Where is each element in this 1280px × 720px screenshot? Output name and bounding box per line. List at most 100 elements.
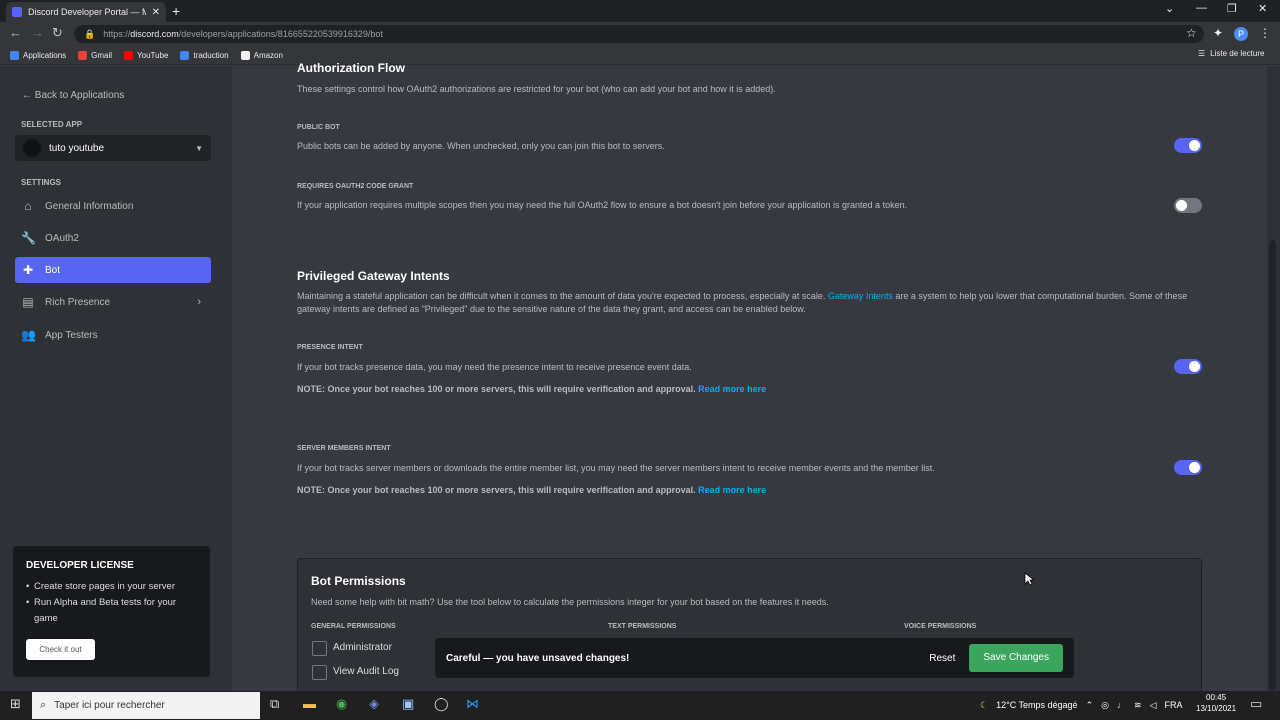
developer-license-title: DEVELOPER LICENSE [26, 560, 134, 571]
volume-icon[interactable]: ◁ [1150, 700, 1157, 711]
view-audit-log-checkbox[interactable] [312, 665, 327, 680]
taskbar-search-box[interactable]: ⌕ Taper ici pour rechercher [32, 692, 260, 719]
server-members-intent-label: SERVER MEMBERS INTENT [297, 445, 391, 452]
oauth2-code-grant-toggle[interactable] [1174, 198, 1202, 213]
mouse-cursor-icon [1024, 572, 1034, 586]
public-bot-description: Public bots can be added by anyone. When… [297, 141, 665, 151]
app-name: tuto youtube [49, 142, 105, 154]
authorization-flow-title: Authorization Flow [297, 61, 405, 75]
administrator-checkbox[interactable] [312, 641, 327, 656]
server-members-intent-toggle[interactable] [1174, 460, 1202, 475]
sidebar-item-oauth2[interactable]: 🔧 OAuth2 [15, 225, 211, 251]
discord-icon[interactable]: ◈ [369, 696, 379, 712]
read-more-link[interactable]: Read more here [698, 384, 766, 394]
gmail-icon [78, 50, 88, 60]
bookmark-traduction[interactable]: traduction [180, 50, 229, 60]
taskbar-search-placeholder: Taper ici pour rechercher [54, 700, 165, 711]
window-close-icon[interactable]: ✕ [1258, 2, 1267, 15]
reload-icon[interactable]: ↻ [52, 25, 63, 41]
gateway-intents-link[interactable]: Gateway Intents [828, 291, 893, 301]
presence-intent-description: If your bot tracks presence data, you ma… [297, 362, 692, 372]
server-members-intent-note: NOTE: Once your bot reaches 100 or more … [297, 485, 767, 495]
notifications-icon[interactable]: ▭ [1250, 696, 1262, 712]
sidebar-item-bot[interactable]: ✚ Bot [15, 257, 211, 283]
moon-weather-icon: ☾ [980, 699, 989, 710]
chrome-icon[interactable]: ◉ [336, 696, 347, 712]
extensions-icon[interactable]: ✦ [1213, 26, 1223, 40]
license-bullet: Run Alpha and Beta tests for your game [26, 595, 197, 627]
save-changes-button[interactable]: Save Changes [969, 644, 1063, 672]
browser-tab-bar [0, 0, 1280, 22]
amazon-icon [240, 50, 250, 60]
scrollbar-thumb[interactable] [1269, 240, 1276, 690]
task-view-icon[interactable]: ⧉ [270, 696, 279, 712]
oauth2-code-grant-description: If your application requires multiple sc… [297, 200, 908, 210]
maximize-icon[interactable]: ❐ [1227, 2, 1237, 15]
wrench-icon: 🔧 [21, 231, 36, 245]
bookmark-applications[interactable]: Applications [10, 50, 66, 60]
document-icon: ▤ [22, 295, 34, 309]
read-more-link[interactable]: Read more here [698, 485, 766, 495]
windows-start-icon[interactable]: ⊞ [10, 696, 21, 712]
profile-avatar[interactable]: P [1234, 27, 1248, 41]
oauth2-code-grant-label: REQUIRES OAUTH2 CODE GRANT [297, 183, 414, 190]
tray-chevron-up-icon[interactable]: ⌃ [1086, 700, 1094, 711]
bookmark-youtube[interactable]: YouTube [124, 50, 168, 60]
microphone-icon[interactable]: ♩ [1117, 700, 1126, 710]
new-tab-icon[interactable]: + [172, 3, 180, 19]
tab-close-icon[interactable]: ✕ [152, 7, 160, 18]
minimize-icon[interactable]: — [1196, 2, 1207, 14]
address-bar[interactable]: 🔒 https://discord.com/developers/applica… [74, 25, 1204, 43]
puzzle-icon: ✚ [22, 263, 34, 277]
bot-permissions-description: Need some help with bit math? Use the to… [311, 597, 829, 607]
bookmarks-bar: Applications Gmail YouTube traduction Am… [0, 46, 1280, 65]
server-members-intent-description: If your bot tracks server members or dow… [297, 463, 935, 473]
date-text: 13/10/2021 [1196, 704, 1237, 713]
bookmark-gmail[interactable]: Gmail [78, 50, 112, 60]
bookmark-star-icon[interactable]: ☆ [1186, 26, 1197, 40]
check-it-out-button[interactable]: Check it out [26, 639, 95, 660]
sidebar-item-rich-presence[interactable]: ▤ Rich Presence › [15, 289, 211, 315]
github-icon[interactable]: ◯ [434, 696, 449, 712]
home-icon: ⌂ [24, 199, 32, 213]
view-audit-log-label: View Audit Log [333, 666, 399, 677]
back-arrow-icon[interactable]: ← [9, 25, 22, 40]
back-to-applications-link[interactable]: ← Back to Applications [22, 90, 124, 101]
voice-permissions-heading: VOICE PERMISSIONS [904, 623, 977, 630]
sidebar-item-app-testers[interactable]: 👥 App Testers [15, 322, 211, 348]
weather-text[interactable]: 12°C Temps dégagé [996, 700, 1078, 710]
forward-arrow-icon[interactable]: → [31, 25, 44, 40]
bookmark-amazon[interactable]: Amazon [240, 50, 283, 60]
url-text: https://discord.com/developers/applicati… [103, 29, 383, 39]
text-permissions-heading: TEXT PERMISSIONS [608, 623, 677, 630]
administrator-label: Administrator [333, 642, 392, 653]
taskbar-clock[interactable]: 00:45 13/10/2021 [1196, 692, 1236, 714]
tab-title: Discord Developer Portal — My A [28, 7, 146, 17]
gateway-intents-description: Maintaining a stateful application can b… [297, 291, 1188, 314]
settings-heading: SETTINGS [21, 178, 62, 187]
menu-kebab-icon[interactable]: ⋮ [1259, 26, 1271, 40]
search-icon: ⌕ [40, 699, 47, 711]
caret-down-icon: ▼ [195, 143, 203, 153]
app-window-icon[interactable]: ▣ [402, 696, 414, 712]
discord-favicon-icon [12, 7, 22, 17]
network-icon[interactable]: ◎ [1101, 700, 1109, 711]
general-permissions-heading: GENERAL PERMISSIONS [311, 623, 396, 630]
reading-list[interactable]: ☰ Liste de lecture [1198, 49, 1264, 58]
language-indicator[interactable]: FRA [1164, 700, 1182, 710]
app-selector[interactable]: tuto youtube ▼ [15, 135, 211, 161]
selected-app-heading: SELECTED APP [21, 120, 83, 129]
presence-intent-toggle[interactable] [1174, 359, 1202, 374]
wifi-icon[interactable]: ≋ [1134, 700, 1142, 711]
public-bot-toggle[interactable] [1174, 138, 1202, 153]
reset-button[interactable]: Reset [929, 653, 955, 664]
unsaved-changes-message: Careful — you have unsaved changes! [446, 652, 630, 664]
license-bullet: Create store pages in your server [26, 579, 197, 595]
vscode-icon[interactable]: ⋈ [466, 696, 479, 712]
reading-list-icon: ☰ [1198, 49, 1206, 58]
browser-tab[interactable]: Discord Developer Portal — My A ✕ [6, 2, 166, 22]
tab-search-icon[interactable]: ⌄ [1165, 2, 1174, 15]
system-tray: ☾ 12°C Temps dégagé ⌃ ◎ ♩ ≋ ◁ FRA [980, 693, 1182, 717]
sidebar-item-general-information[interactable]: ⌂ General Information [15, 193, 211, 219]
file-explorer-icon[interactable]: ▬ [303, 696, 316, 711]
